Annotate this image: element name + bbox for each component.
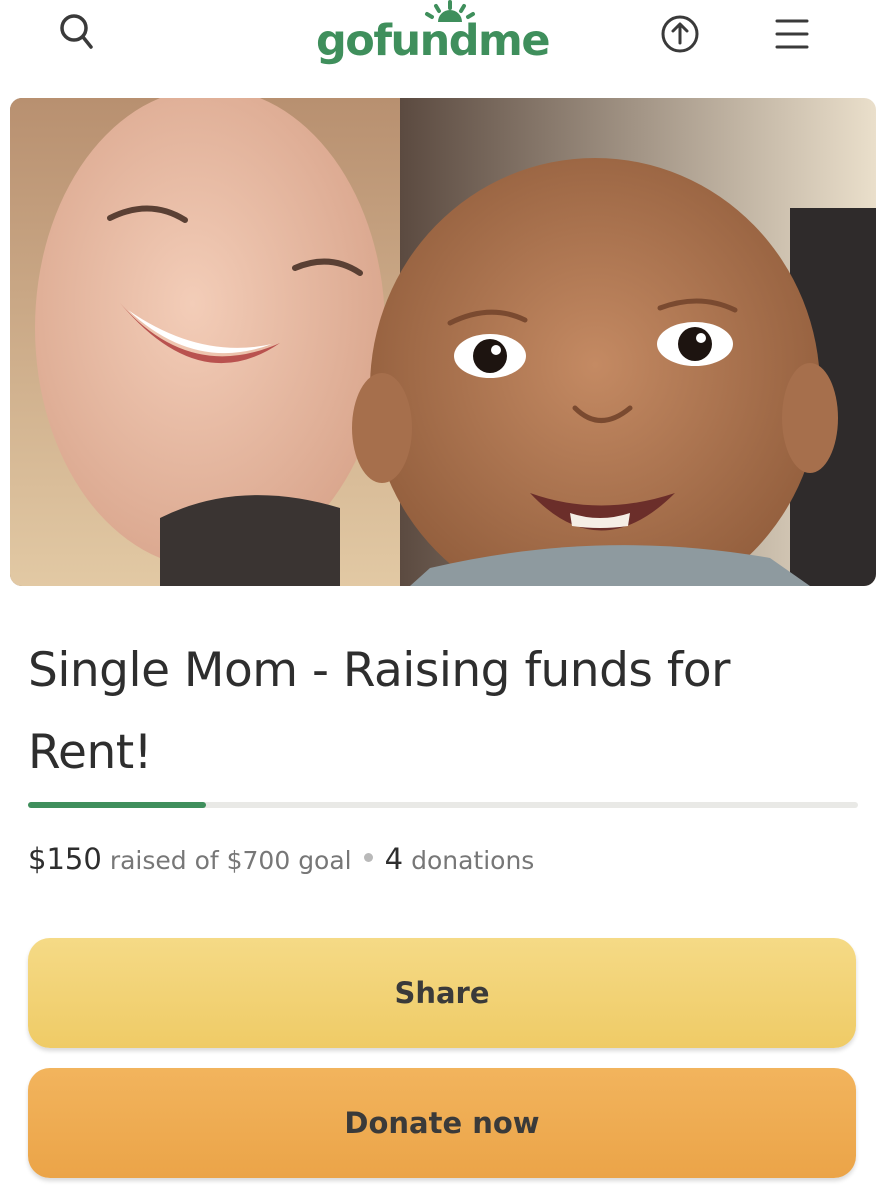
funding-progress-fill <box>28 802 206 808</box>
share-button[interactable]: Share <box>28 938 856 1048</box>
funding-stats: $150 raised of $700 goal 4 donations <box>28 842 858 886</box>
funding-progress-bar <box>28 802 858 808</box>
gofundme-logo[interactable]: gofundme <box>300 0 590 92</box>
raised-amount: $150 <box>28 842 102 876</box>
campaign-title: Single Mom - Raising funds for Rent! <box>28 643 730 780</box>
top-navigation-bar: gofundme <box>0 0 886 92</box>
donation-count: 4 <box>384 842 404 876</box>
logo-wordmark: gofundme <box>316 16 551 66</box>
search-icon[interactable] <box>48 4 108 64</box>
donation-count-label: donations <box>411 846 535 875</box>
raised-goal-label: raised of $700 goal <box>109 846 352 875</box>
donate-now-button[interactable]: Donate now <box>28 1068 856 1178</box>
upload-share-icon[interactable] <box>650 4 710 64</box>
separator-dot <box>363 853 373 862</box>
campaign-hero-photo <box>10 98 876 586</box>
hamburger-menu-icon[interactable] <box>762 4 822 64</box>
